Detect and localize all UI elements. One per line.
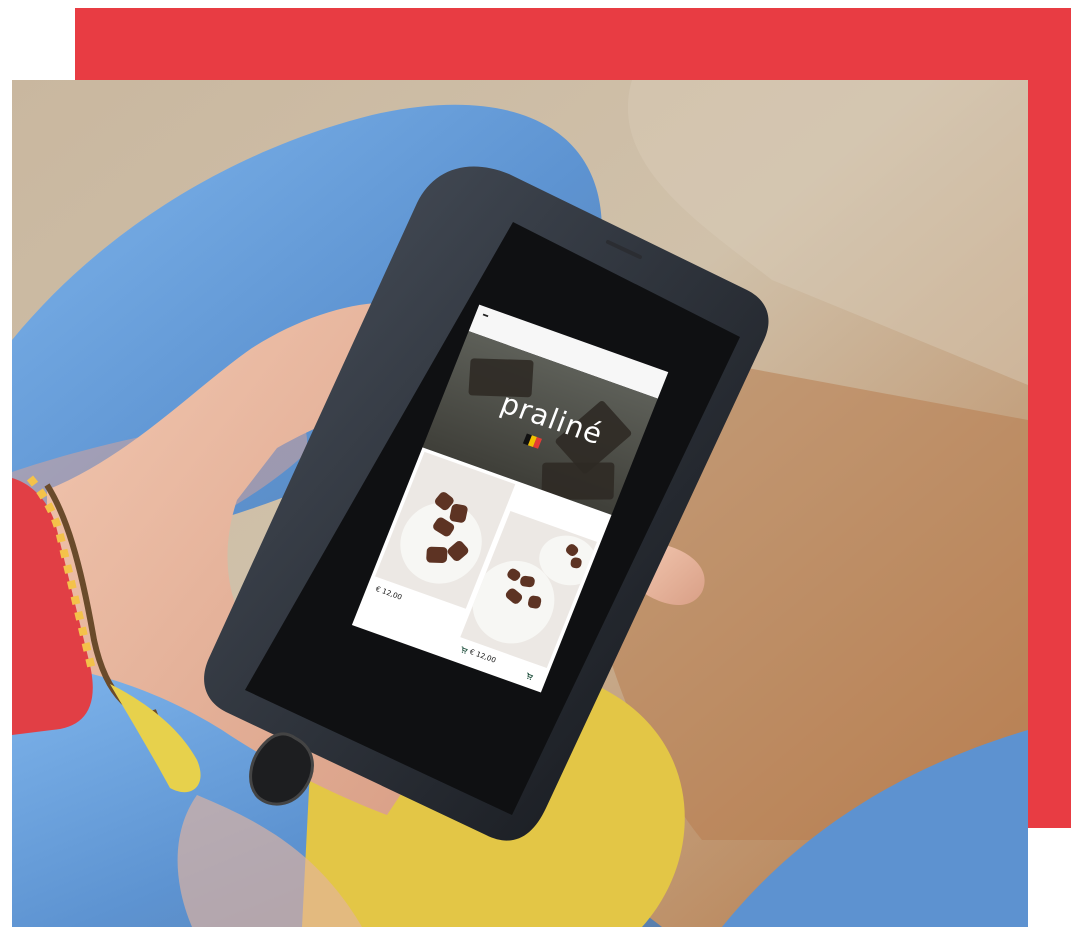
menu-icon[interactable] xyxy=(482,313,489,318)
product-price-1: € 12,00 xyxy=(374,584,404,602)
cart-icon[interactable] xyxy=(525,672,534,680)
marketing-photo-stage: praliné € 12,00 € 12,00 xyxy=(0,0,1071,927)
cart-icon[interactable] xyxy=(459,646,469,654)
brand-title: praliné xyxy=(496,385,608,452)
belgian-flag-icon xyxy=(522,433,542,449)
lifestyle-photo: praliné € 12,00 € 12,00 xyxy=(12,80,1028,927)
product-price-2: € 12,00 xyxy=(468,647,498,665)
